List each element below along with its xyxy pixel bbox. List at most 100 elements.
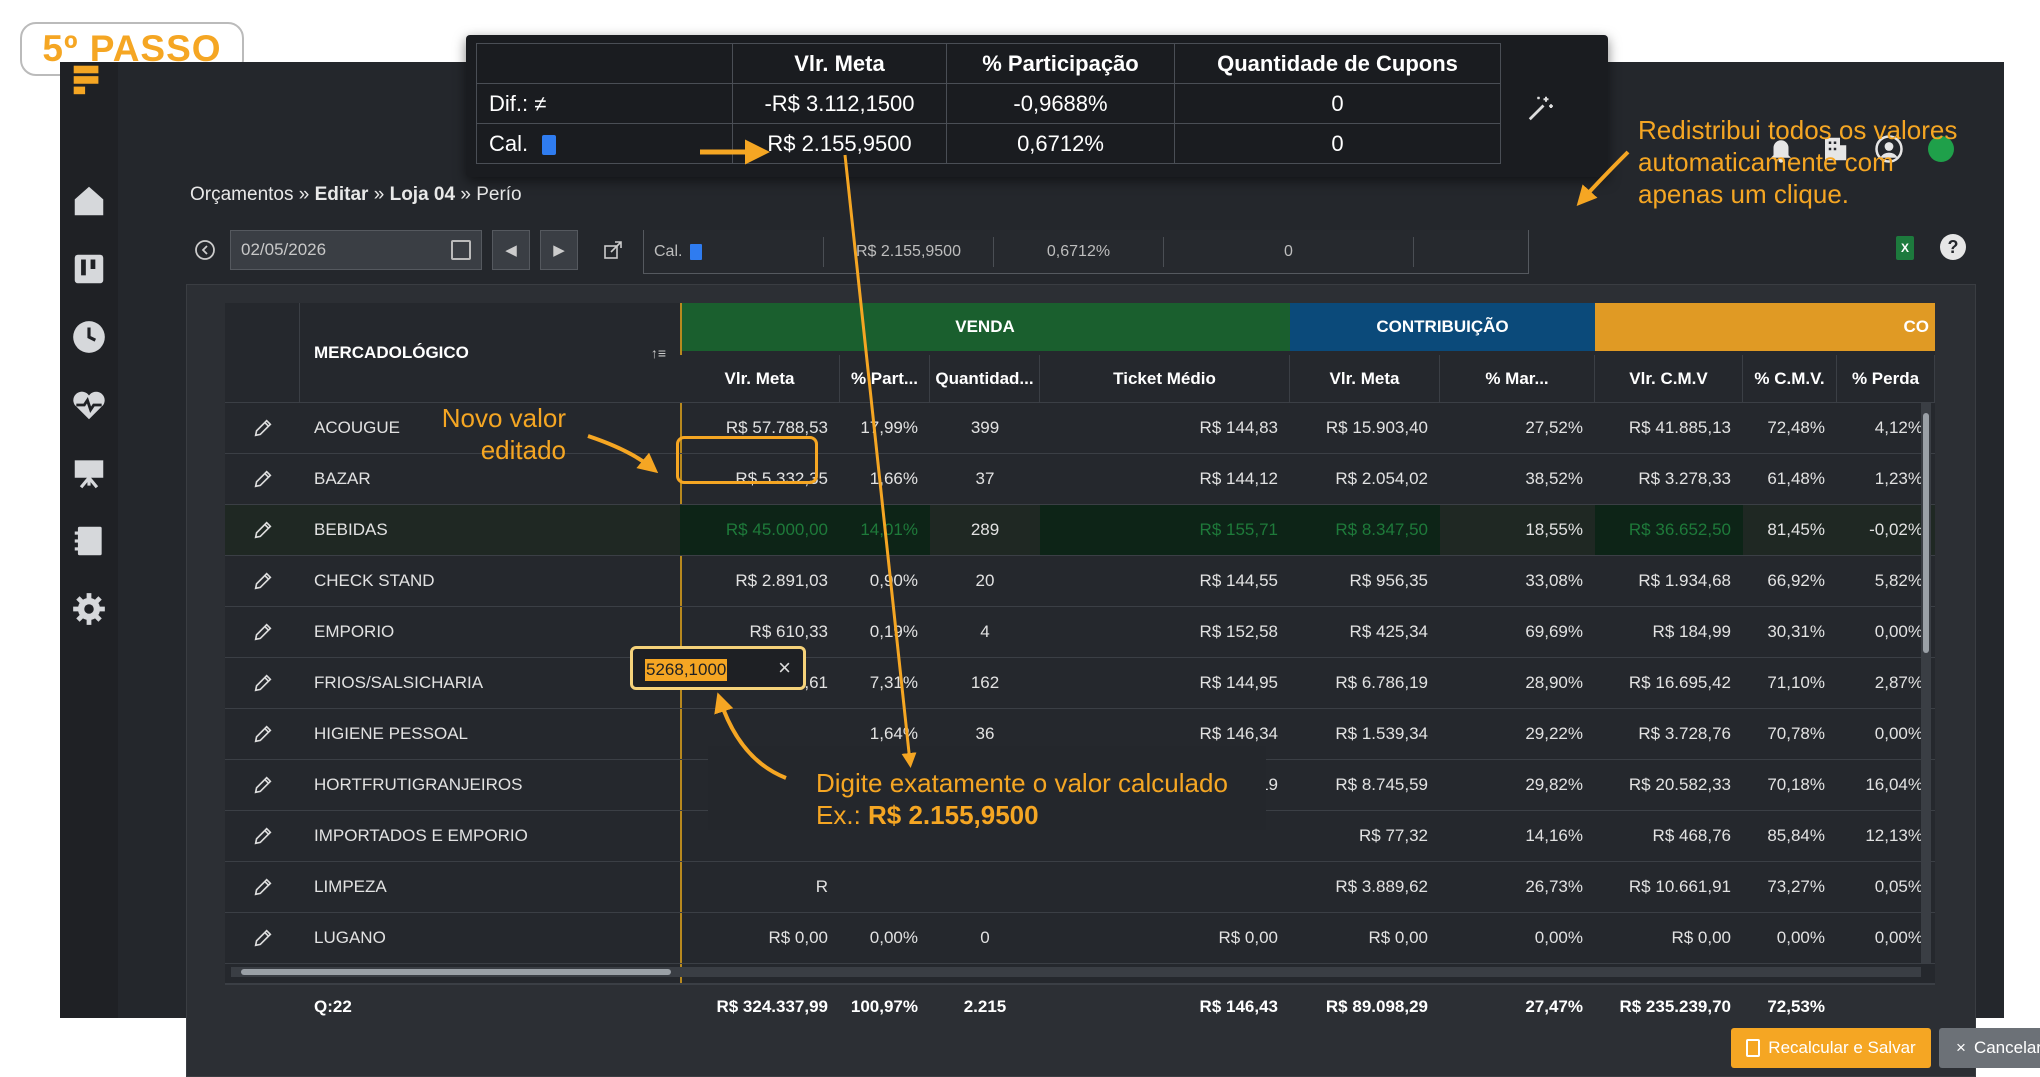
calendar-icon[interactable] — [451, 240, 471, 260]
cell-cvm: R$ 1.539,34 — [1335, 724, 1428, 743]
help-icon[interactable]: ? — [1940, 234, 1966, 260]
cell-vm[interactable]: R$ 0,00 — [680, 913, 840, 963]
cell-ticket — [1040, 862, 1290, 912]
cell-ticket: R$ 155,71 — [1040, 505, 1290, 555]
mercadologico-cell: HIGIENE PESSOAL — [314, 724, 468, 743]
cell-vm[interactable]: R — [680, 862, 840, 912]
breadcrumb-sep: » — [368, 184, 390, 205]
edit-row-icon[interactable] — [225, 454, 300, 504]
gear-icon[interactable] — [70, 590, 108, 628]
clock-icon[interactable] — [70, 318, 108, 356]
cell-part: 14,01% — [840, 505, 930, 555]
cell-ticket: R$ 0,00 — [1218, 928, 1278, 947]
cmv-group-header: CO — [1595, 303, 1935, 351]
open-external-icon[interactable] — [598, 235, 628, 265]
breadcrumb-root[interactable]: Orçamentos — [190, 184, 293, 205]
column-header[interactable]: Vlr. Meta — [1290, 355, 1440, 403]
cell-cvm: R$ 6.786,19 — [1335, 673, 1428, 692]
breadcrumb-edit: Editar — [314, 184, 369, 205]
edit-row-icon[interactable] — [225, 811, 300, 861]
edit-row-icon[interactable] — [225, 913, 300, 963]
mini-summary-participacao: 0,6712% — [994, 236, 1164, 267]
date-input[interactable]: 02/05/2026 — [230, 230, 482, 270]
edit-row-icon[interactable] — [225, 862, 300, 912]
edit-row-icon[interactable] — [225, 760, 300, 810]
calculator-icon[interactable] — [542, 134, 557, 155]
back-circle-icon[interactable] — [190, 235, 220, 265]
mercadologico-header[interactable]: MERCADOLÓGICO ↑≡ — [300, 303, 680, 403]
magic-wand-icon[interactable] — [1526, 93, 1556, 123]
annotation-line: editado — [480, 435, 566, 465]
cell-mar: 14,16% — [1525, 826, 1583, 845]
calc-cal-label: Cal. — [489, 130, 529, 156]
mercadologico-header-label: MERCADOLÓGICO — [314, 342, 469, 362]
kanban-icon[interactable] — [70, 250, 108, 288]
vertical-scrollbar[interactable] — [1921, 403, 1931, 963]
home-icon[interactable] — [70, 182, 108, 220]
cell-cvm: R$ 0,00 — [1368, 928, 1428, 947]
recalc-save-button[interactable]: Recalcular e Salvar — [1731, 1028, 1931, 1068]
mercadologico-cell: CHECK STAND — [314, 571, 435, 590]
cell-vm[interactable]: R$ 45.000,00 — [680, 505, 840, 555]
annotation-value: R$ 2.155,9500 — [868, 800, 1039, 830]
prev-date-button[interactable]: ◀ — [492, 230, 530, 270]
edit-row-icon[interactable] — [225, 403, 300, 453]
clear-icon[interactable]: × — [778, 655, 791, 681]
edit-row-icon[interactable] — [225, 556, 300, 606]
edit-row-icon[interactable] — [225, 658, 300, 708]
column-header[interactable]: % C.M.V. — [1743, 355, 1837, 403]
table-row[interactable]: EMPORIO R$ 610,33 0,19% 4 R$ 152,58 R$ 425,34… — [225, 607, 1935, 658]
table-row[interactable]: LUGANO R$ 0,00 0,00% 0 R$ 0,00 R$ 0,00 0,00% R$… — [225, 913, 1935, 964]
column-header[interactable]: Vlr. Meta — [680, 355, 840, 403]
edit-row-icon[interactable] — [225, 607, 300, 657]
calc-cal-participacao: 0,6712% — [946, 123, 1175, 164]
cell-pcmv: 81,45% — [1767, 520, 1825, 539]
edit-row-icon[interactable] — [225, 709, 300, 759]
cancel-button[interactable]: × Cancelar — [1939, 1028, 2040, 1068]
presentation-icon[interactable] — [70, 454, 108, 492]
horizontal-scrollbar[interactable] — [231, 967, 1921, 977]
next-date-button[interactable]: ▶ — [540, 230, 578, 270]
cell-pcmv: 0,00% — [1776, 928, 1825, 947]
sort-icon[interactable]: ↑≡ — [651, 345, 666, 361]
vlr-meta-edit-input[interactable]: 5268,1000 × — [630, 646, 806, 690]
cell-qtd: 289 — [970, 520, 1000, 539]
table-row[interactable]: FRIOS/SALSICHARIAR$ 23.481,617,31%162R$ … — [225, 658, 1935, 709]
cell-cmv: R$ 184,99 — [1652, 622, 1731, 641]
column-header[interactable]: % Perda — [1837, 355, 1935, 403]
table-row[interactable]: CHECK STAND R$ 2.891,03 0,90% 20 R$ 144,55 R$… — [225, 556, 1935, 607]
notebook-icon[interactable] — [70, 522, 108, 560]
column-header[interactable]: % Mar... — [1440, 355, 1595, 403]
calc-cal-vlr-meta: R$ 2.155,9500 — [732, 123, 947, 164]
edit-row-icon[interactable] — [225, 505, 300, 555]
cell-qtd: 399 — [970, 418, 1000, 437]
mercadologico-cell: EMPORIO — [314, 622, 395, 641]
heart-pulse-icon[interactable] — [70, 386, 108, 424]
mercadologico-cell: BEBIDAS — [314, 520, 388, 539]
calculator-icon[interactable] — [690, 243, 703, 260]
cell-ticket: R$ 144,12 — [1199, 469, 1278, 488]
breadcrumb-loja: Loja 04 — [389, 184, 456, 205]
cell-mar: 38,52% — [1525, 469, 1583, 488]
edited-value-highlight — [676, 436, 818, 484]
table-row[interactable]: LIMPEZA R R$ 3.889,62 26,73% R$ 10.661,91 73,… — [225, 862, 1935, 913]
cell-cmv: R$ 16.695,42 — [1628, 673, 1731, 692]
breadcrumb-sep: » — [455, 184, 477, 205]
cell-cvm: R$ 8.745,59 — [1335, 775, 1428, 794]
excel-export-icon[interactable]: X — [1896, 236, 1914, 260]
cell-mar: 69,69% — [1525, 622, 1583, 641]
column-header[interactable]: Quantidad... — [930, 355, 1040, 403]
mercadologico-cell: FRIOS/SALSICHARIA — [314, 673, 484, 692]
cell-part: 0,19% — [869, 622, 918, 641]
annotation-line: Novo valor — [441, 403, 566, 433]
mercadologico-cell: LIMPEZA — [314, 877, 387, 896]
table-row[interactable]: BEBIDAS R$ 45.000,00 14,01% 289 R$ 155,71 R$ … — [225, 505, 1935, 556]
cell-qtd — [930, 862, 1040, 912]
column-header[interactable]: Ticket Médio — [1040, 355, 1290, 403]
column-header[interactable]: % Part... — [840, 355, 930, 403]
column-header[interactable]: Vlr. C.M.V — [1595, 355, 1743, 403]
cell-vm[interactable]: R$ 2.891,03 — [680, 556, 840, 606]
cell-mar: 26,73% — [1525, 877, 1583, 896]
cell-part: 1,66% — [869, 469, 918, 488]
cell-cmv: R$ 3.278,33 — [1638, 469, 1731, 488]
